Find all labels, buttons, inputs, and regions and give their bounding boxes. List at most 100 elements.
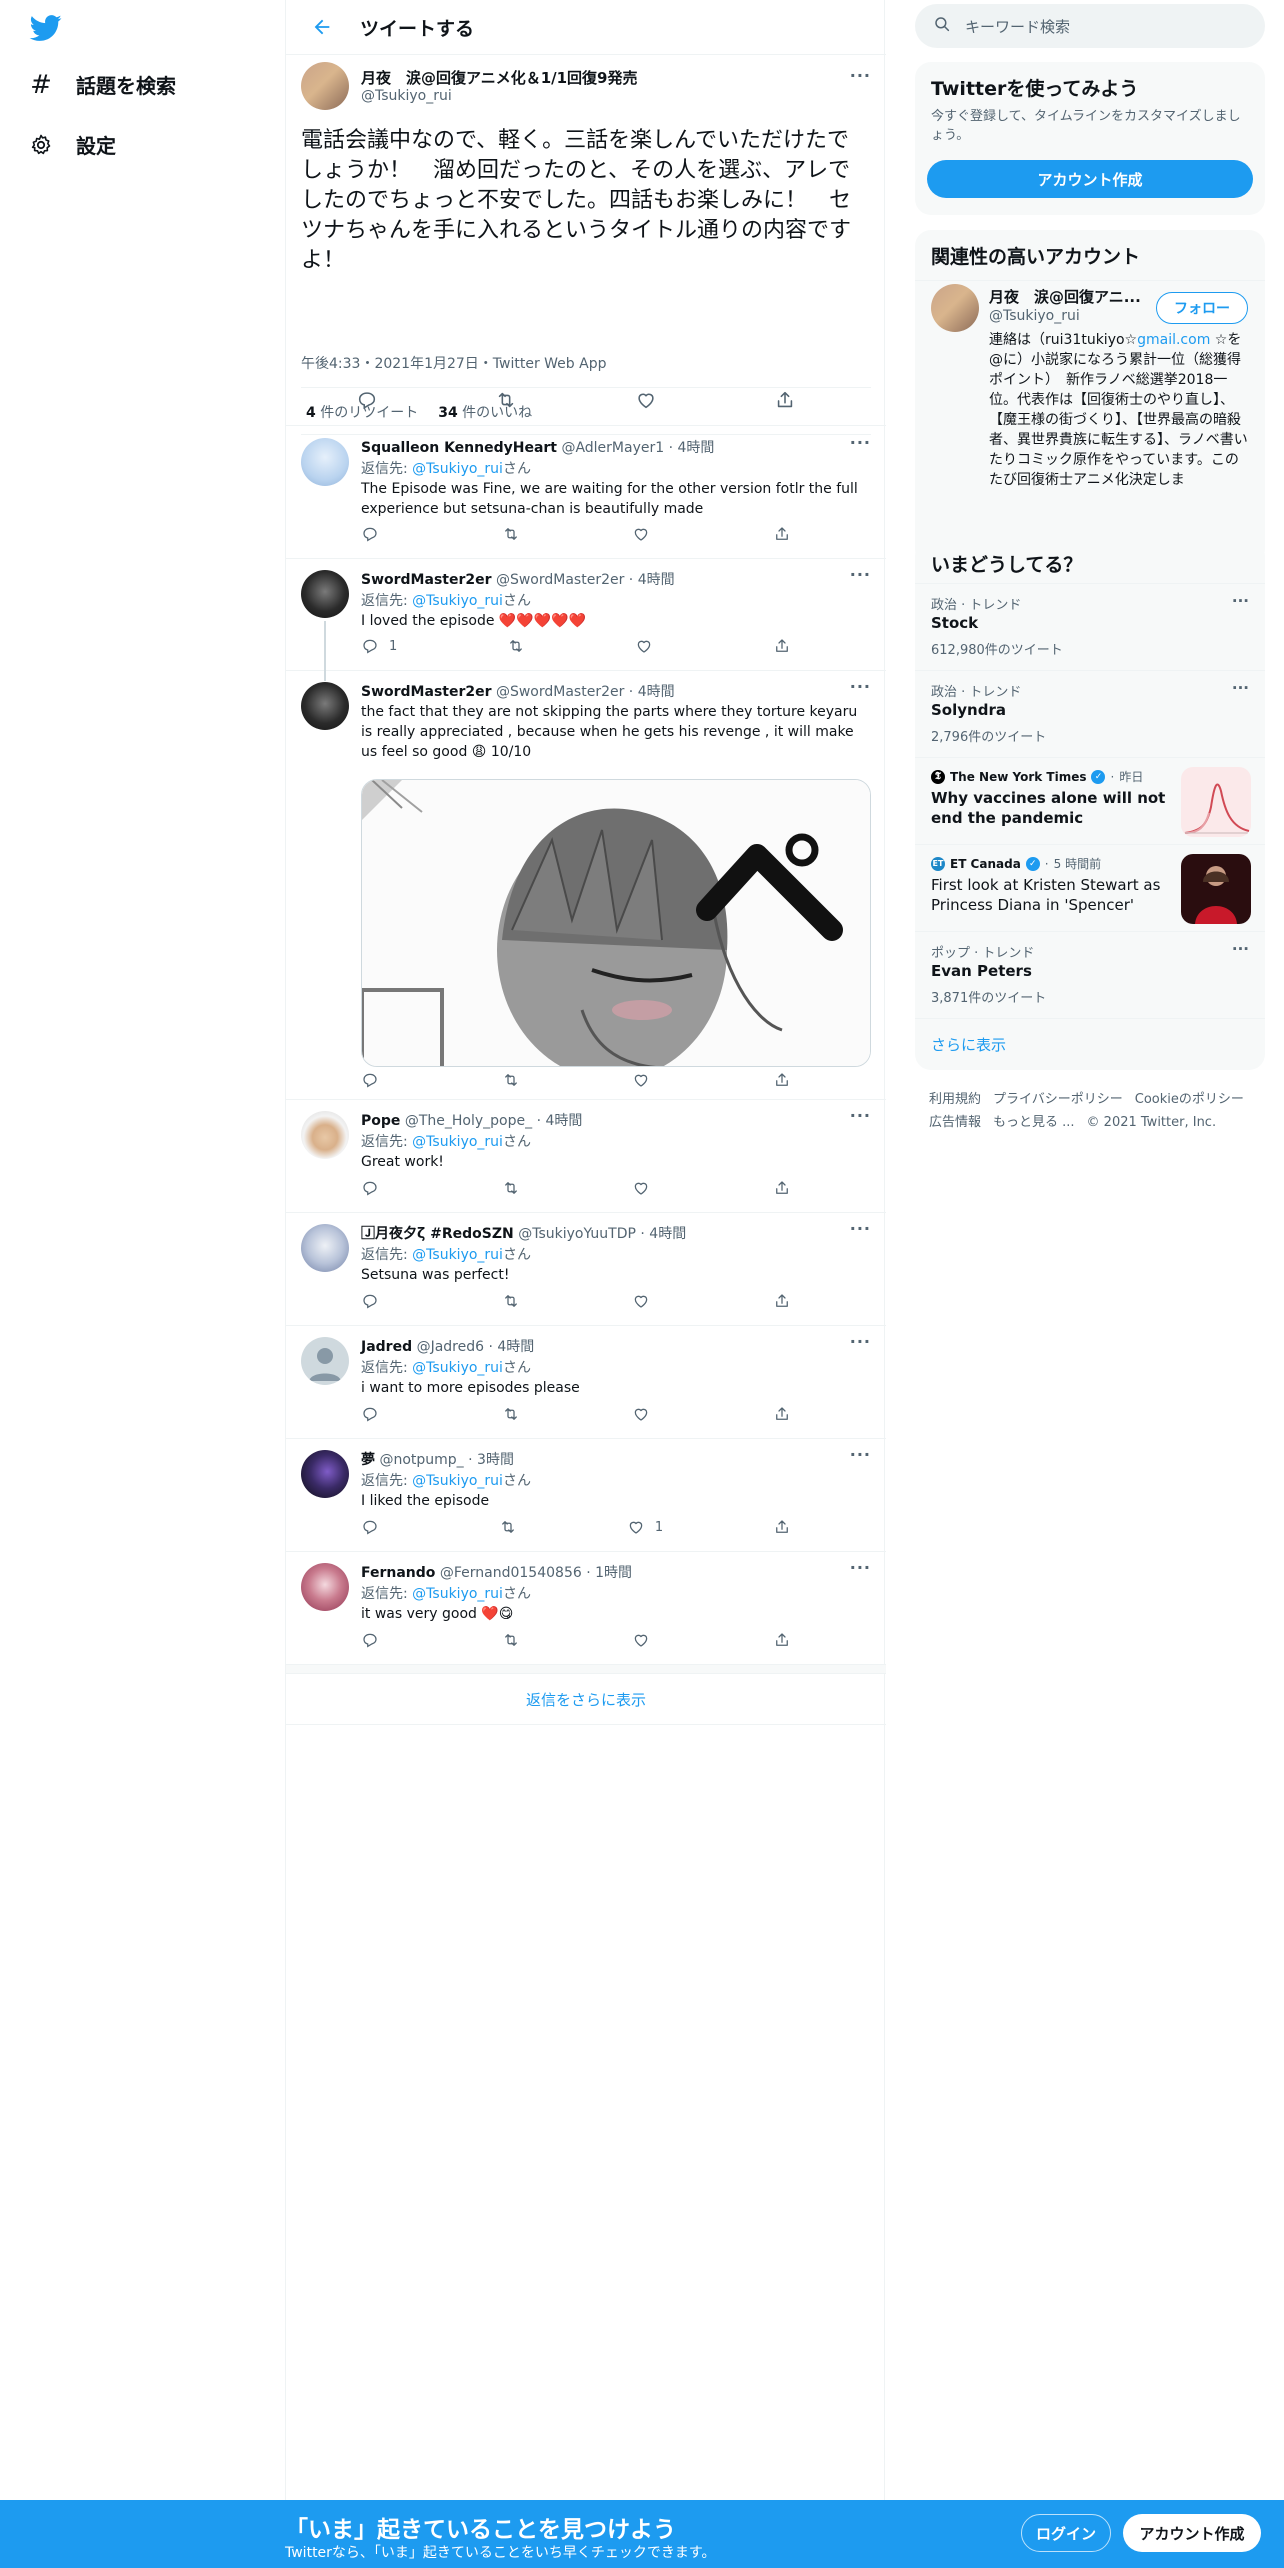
reply-time[interactable]: 4時間 bbox=[497, 1339, 534, 1355]
trend-item[interactable]: 政治 · トレンド Stock 612,980件のツイート ··· bbox=[915, 583, 1265, 670]
reply-author-name[interactable]: Fernando bbox=[361, 1565, 435, 1581]
nav-settings[interactable]: 設定 bbox=[28, 130, 116, 159]
more-options-icon[interactable]: ··· bbox=[1232, 940, 1249, 958]
related-avatar[interactable] bbox=[931, 284, 979, 332]
reply-author-name[interactable]: 🄹月夜夕ζ #RedoSZN bbox=[361, 1226, 514, 1242]
more-options-icon[interactable]: ··· bbox=[1232, 592, 1249, 610]
news-item[interactable]: 𝕿 The New York Times ✓ · 昨日 Why vaccines… bbox=[915, 757, 1265, 844]
replying-to-handle[interactable]: @Tsukiyo_rui bbox=[412, 1586, 503, 1602]
more-options-icon[interactable]: ··· bbox=[850, 433, 871, 452]
reply-tweet[interactable]: SwordMaster2er @SwordMaster2er · 4時間 ··· t… bbox=[286, 671, 886, 1100]
reply-author-handle[interactable]: @Jadred6 bbox=[417, 1339, 484, 1355]
trends-show-more[interactable]: さらに表示 bbox=[915, 1018, 1265, 1070]
like-button[interactable] bbox=[632, 1631, 660, 1649]
reply-time[interactable]: 3時間 bbox=[477, 1452, 514, 1468]
reply-tweet[interactable]: Pope @The_Holy_pope_ · 4時間 ··· 返信先: @Tsuki… bbox=[286, 1100, 886, 1213]
share-button[interactable] bbox=[773, 1179, 791, 1197]
reply-time[interactable]: 4時間 bbox=[545, 1113, 582, 1129]
reply-button[interactable] bbox=[361, 1518, 389, 1536]
related-name[interactable]: 月夜 涙@回復アニ... bbox=[989, 286, 1141, 307]
retweet-button[interactable] bbox=[502, 1071, 520, 1089]
reply-time[interactable]: 4時間 bbox=[638, 684, 675, 700]
footer-link-ads[interactable]: 広告情報 bbox=[929, 1115, 981, 1130]
reply-button[interactable] bbox=[361, 1071, 389, 1089]
create-account-button[interactable]: アカウント作成 bbox=[927, 160, 1253, 198]
more-options-icon[interactable]: ··· bbox=[850, 1558, 871, 1577]
more-options-icon[interactable]: ··· bbox=[850, 66, 871, 85]
more-options-icon[interactable]: ··· bbox=[850, 1219, 871, 1238]
footer-link-privacy[interactable]: プライバシーポリシー bbox=[993, 1092, 1123, 1107]
reply-author-name[interactable]: 夢 bbox=[361, 1452, 375, 1468]
news-item[interactable]: ET ET Canada ✓ · 5 時間前 First look at Kri… bbox=[915, 844, 1265, 931]
share-button[interactable] bbox=[773, 1292, 791, 1310]
reply-button[interactable] bbox=[356, 389, 378, 411]
like-button[interactable] bbox=[632, 1405, 660, 1423]
share-button[interactable] bbox=[773, 1518, 791, 1536]
avatar[interactable] bbox=[301, 438, 349, 486]
share-button[interactable] bbox=[773, 1405, 791, 1423]
reply-author-name[interactable]: SwordMaster2er bbox=[361, 684, 492, 700]
share-button[interactable] bbox=[773, 637, 791, 655]
reply-button[interactable]: 1 bbox=[361, 637, 397, 655]
reply-button[interactable] bbox=[361, 1631, 389, 1649]
replying-to-handle[interactable]: @Tsukiyo_rui bbox=[412, 1360, 503, 1376]
reply-tweet[interactable]: Fernando @Fernand01540856 · 1時間 ··· 返信先: @… bbox=[286, 1552, 886, 1665]
reply-button[interactable] bbox=[361, 1292, 389, 1310]
nav-explore[interactable]: # 話題を検索 bbox=[28, 70, 176, 100]
more-options-icon[interactable]: ··· bbox=[850, 565, 871, 584]
reply-author-handle[interactable]: @The_Holy_pope_ bbox=[405, 1113, 532, 1129]
reply-author-name[interactable]: Pope bbox=[361, 1113, 400, 1129]
footer-link-cookies[interactable]: Cookieのポリシー bbox=[1135, 1092, 1244, 1107]
login-button[interactable]: ログイン bbox=[1021, 2514, 1111, 2552]
retweet-button[interactable] bbox=[502, 1631, 520, 1649]
like-button[interactable] bbox=[632, 1179, 660, 1197]
author-handle[interactable]: @Tsukiyo_rui bbox=[361, 88, 452, 104]
reply-button[interactable] bbox=[361, 525, 389, 543]
twitter-bird-icon[interactable] bbox=[28, 12, 64, 44]
retweet-button[interactable] bbox=[502, 525, 520, 543]
more-options-icon[interactable]: ··· bbox=[1232, 679, 1249, 697]
like-button[interactable] bbox=[635, 637, 663, 655]
footer-link-terms[interactable]: 利用規約 bbox=[929, 1092, 981, 1107]
reply-tweet[interactable]: 夢 @notpump_ · 3時間 ··· 返信先: @Tsukiyo_ruiさん I… bbox=[286, 1439, 886, 1552]
retweet-button[interactable] bbox=[502, 1405, 520, 1423]
reply-author-handle[interactable]: @SwordMaster2er bbox=[496, 572, 624, 588]
reply-time[interactable]: 4時間 bbox=[678, 440, 715, 456]
share-button[interactable] bbox=[774, 389, 796, 411]
back-arrow-icon[interactable] bbox=[304, 9, 340, 45]
avatar[interactable] bbox=[301, 1450, 349, 1498]
retweet-button[interactable] bbox=[495, 389, 517, 411]
tweet-timestamp[interactable]: 午後4:33・2021年1月27日・Twitter Web App bbox=[301, 353, 606, 373]
author-name[interactable]: 月夜 涙@回復アニメ化＆1/1回復9発売 bbox=[361, 67, 638, 88]
like-button[interactable] bbox=[635, 389, 657, 411]
replying-to-handle[interactable]: @Tsukiyo_rui bbox=[412, 1134, 503, 1150]
replying-to-handle[interactable]: @Tsukiyo_rui bbox=[412, 1473, 503, 1489]
trend-item[interactable]: ポップ · トレンド Evan Peters 3,871件のツイート ··· bbox=[915, 931, 1265, 1018]
bio-link[interactable]: gmail.com bbox=[1137, 332, 1210, 348]
avatar[interactable] bbox=[301, 682, 349, 730]
reply-author-handle[interactable]: @SwordMaster2er bbox=[496, 684, 624, 700]
trend-item[interactable]: 政治 · トレンド Solyndra 2,796件のツイート ··· bbox=[915, 670, 1265, 757]
follow-button[interactable]: フォロー bbox=[1156, 292, 1248, 324]
reply-author-name[interactable]: Jadred bbox=[361, 1339, 412, 1355]
retweet-button[interactable] bbox=[499, 1518, 517, 1536]
reply-tweet[interactable]: 🄹月夜夕ζ #RedoSZN @TsukiyoYuuTDP · 4時間 ··· 返信… bbox=[286, 1213, 886, 1326]
avatar[interactable] bbox=[301, 570, 349, 618]
related-handle[interactable]: @Tsukiyo_rui bbox=[989, 308, 1080, 324]
show-more-replies-link[interactable]: 返信をさらに表示 bbox=[286, 1673, 886, 1725]
like-button[interactable] bbox=[632, 1292, 660, 1310]
avatar[interactable] bbox=[301, 1563, 349, 1611]
more-options-icon[interactable]: ··· bbox=[850, 677, 871, 696]
more-options-icon[interactable]: ··· bbox=[850, 1332, 871, 1351]
more-options-icon[interactable]: ··· bbox=[850, 1106, 871, 1125]
reply-time[interactable]: 1時間 bbox=[595, 1565, 632, 1581]
replying-to-handle[interactable]: @Tsukiyo_rui bbox=[412, 1247, 503, 1263]
avatar[interactable] bbox=[301, 1111, 349, 1159]
footer-link-more[interactable]: もっと見る ... bbox=[993, 1115, 1075, 1130]
like-button[interactable] bbox=[632, 1071, 660, 1089]
reply-tweet[interactable]: Jadred @Jadred6 · 4時間 ··· 返信先: @Tsukiyo_ru… bbox=[286, 1326, 886, 1439]
signup-button[interactable]: アカウント作成 bbox=[1123, 2514, 1261, 2552]
like-button[interactable] bbox=[632, 525, 660, 543]
avatar[interactable] bbox=[301, 1337, 349, 1385]
reply-tweet[interactable]: Squalleon KennedyHeart @AdlerMayer1 · 4時… bbox=[286, 427, 886, 559]
